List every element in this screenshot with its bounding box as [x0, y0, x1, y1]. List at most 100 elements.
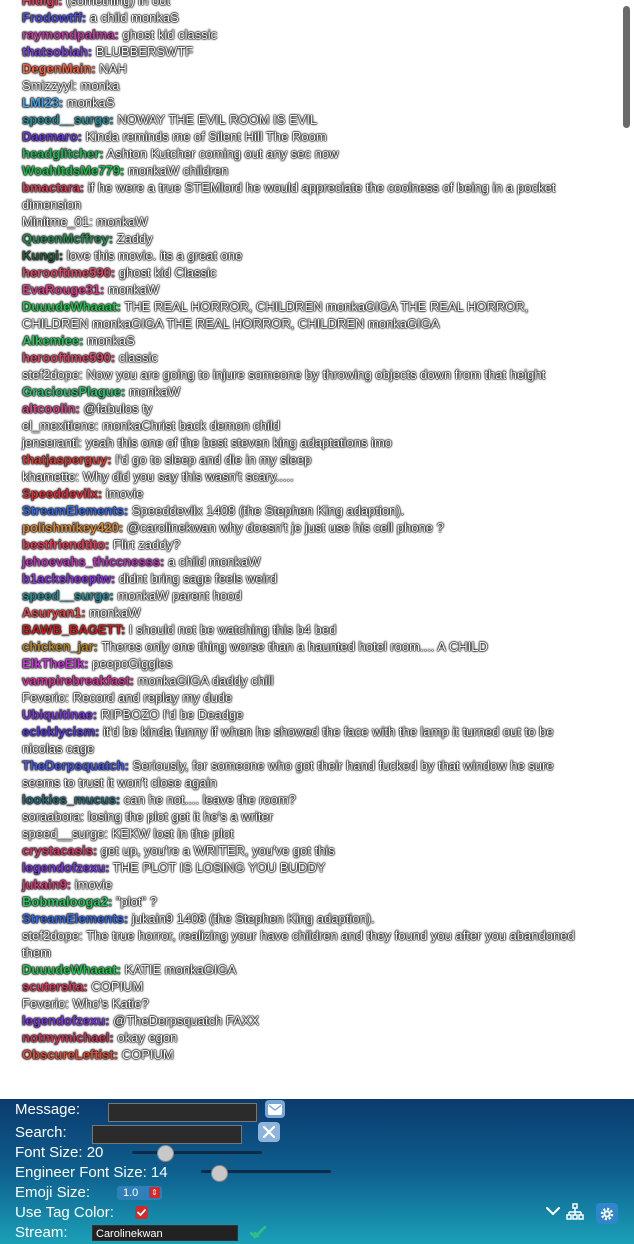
- chat-username[interactable]: EvaRouge31:: [22, 282, 104, 297]
- network-icon[interactable]: [566, 1203, 584, 1221]
- chat-username[interactable]: speed__surge:: [22, 588, 114, 603]
- chat-username[interactable]: DegenMain:: [22, 61, 96, 76]
- chat-message-text: Zaddy: [116, 231, 153, 246]
- chat-username[interactable]: crystacasis:: [22, 843, 97, 858]
- chat-username[interactable]: DuuudeWhaaat:: [22, 962, 121, 977]
- chat-username[interactable]: scutersita:: [22, 979, 88, 994]
- chat-username[interactable]: altcoolin:: [22, 401, 80, 416]
- chat-message-text: Minitme_01: monkaW: [22, 214, 148, 229]
- chat-username[interactable]: Ubiquitinae:: [22, 707, 97, 722]
- chat-username[interactable]: Daemaro:: [22, 129, 82, 144]
- chat-username[interactable]: herooftime590:: [22, 350, 115, 365]
- chat-username[interactable]: b1acksheeptw:: [22, 571, 115, 586]
- chat-username[interactable]: vampirebreakfast:: [22, 673, 134, 688]
- chat-message-text: monkaS: [87, 333, 135, 348]
- chat-message-text: get up, you're a WRITER, you've got this: [100, 843, 335, 858]
- chat-message-text: COPIUM: [91, 979, 144, 994]
- chat-message-text: Feverio: Record and replay my dude: [22, 690, 233, 705]
- chat-message: DegenMain: NAH: [22, 60, 594, 77]
- chat-log[interactable]: Hidigi: (something) in out Frodowtff: a c…: [0, 0, 620, 1099]
- chat-message: Kungi: love this movie. its a great one: [22, 247, 594, 264]
- chat-username[interactable]: chicken_jar:: [22, 639, 98, 654]
- chat-username[interactable]: TheDerpsquatch:: [22, 758, 129, 773]
- chat-message-text: (something) in out: [66, 0, 171, 8]
- select-arrows-icon: ⇕: [149, 1187, 160, 1198]
- settings-button[interactable]: [596, 1203, 618, 1224]
- chat-username[interactable]: BAWB_BAGETT:: [22, 622, 125, 637]
- chat-username[interactable]: LMI23:: [22, 95, 63, 110]
- font-size-slider[interactable]: [132, 1151, 262, 1154]
- chat-username[interactable]: DuuudeWhaaat:: [22, 299, 121, 314]
- chat-message: stef2dope: The true horror, realizing yo…: [22, 927, 594, 961]
- chat-message: GraciousPlague: monkaW: [22, 383, 594, 400]
- chat-message: Hidigi: (something) in out: [22, 0, 594, 9]
- chat-username[interactable]: Kungi:: [22, 248, 63, 263]
- check-verified-icon: [249, 1225, 267, 1239]
- chat-username[interactable]: WoahItdsMe779:: [22, 163, 124, 178]
- chat-message-text: soraabora: losing the plot get it he's a…: [22, 809, 274, 824]
- chat-username[interactable]: thatjasperguy:: [22, 452, 112, 467]
- chat-message: chicken_jar: Theres only one thing worse…: [22, 638, 594, 655]
- chat-username[interactable]: legendofzexu:: [22, 860, 109, 875]
- chat-username[interactable]: jukain9:: [22, 877, 71, 892]
- stream-input[interactable]: Carolinekwan: [92, 1225, 238, 1241]
- chat-username[interactable]: Frodowtff:: [22, 10, 86, 25]
- chat-username[interactable]: bmactara:: [22, 180, 84, 195]
- chat-username[interactable]: GraciousPlague:: [22, 384, 125, 399]
- search-label: Search:: [15, 1124, 67, 1141]
- chat-message-text: it'd be kinda funny if when he showed th…: [22, 724, 554, 756]
- chat-message: headglitcher: Ashton Kutcher coming out …: [22, 145, 594, 162]
- font-size-slider-knob[interactable]: [157, 1145, 174, 1162]
- scrollbar-thumb[interactable]: [623, 6, 630, 128]
- chat-username[interactable]: herooftime590:: [22, 265, 115, 280]
- chat-username[interactable]: StreamElements:: [22, 911, 128, 926]
- chat-username[interactable]: ElkTheElk:: [22, 656, 88, 671]
- chat-message-text: I should not be watching this b4 bed: [128, 622, 337, 637]
- chat-username[interactable]: legendofzexu:: [22, 1013, 109, 1028]
- chat-scrollbar[interactable]: [620, 0, 634, 1099]
- chat-username[interactable]: Speeddevilx:: [22, 486, 102, 501]
- chat-username[interactable]: lookies_mucus:: [22, 792, 120, 807]
- chat-username[interactable]: jehoevahs_thiccnesss:: [22, 554, 164, 569]
- chat-username[interactable]: Alkemiee:: [22, 333, 83, 348]
- chat-message-text: speed__surge: KEKW lost in the plot: [22, 826, 234, 841]
- chat-message-text: jenseranti: yeah this one of the best st…: [22, 435, 393, 450]
- chat-message-text: can he not.... leave the room?: [123, 792, 296, 807]
- chat-username[interactable]: raymondpalma:: [22, 27, 119, 42]
- chat-username[interactable]: speed__surge:: [22, 112, 114, 127]
- chat-username[interactable]: ObscureLeftist:: [22, 1047, 118, 1062]
- chat-username[interactable]: headglitcher:: [22, 146, 104, 161]
- chat-username[interactable]: thatsobiah:: [22, 44, 92, 59]
- chat-username[interactable]: Bobmalooga2:: [22, 894, 112, 909]
- chat-username[interactable]: Hidigi:: [22, 0, 62, 8]
- chat-message-text: Speeddevilx 1408 (the Stephen King adapt…: [131, 503, 405, 518]
- chat-username[interactable]: QueenMcffrey:: [22, 231, 113, 246]
- engineer-font-size-slider-knob[interactable]: [211, 1165, 228, 1182]
- emoji-size-select[interactable]: 1.0 ⇕: [117, 1186, 162, 1200]
- chat-username[interactable]: Asuryan1:: [22, 605, 86, 620]
- chat-message-text: love this movie. its a great one: [66, 248, 243, 263]
- chat-username[interactable]: StreamElements:: [22, 503, 128, 518]
- chat-username[interactable]: bestfriendtito:: [22, 537, 109, 552]
- chat-username[interactable]: notmymichael:: [22, 1030, 114, 1045]
- chat-message-text: peepoGiggles: [92, 656, 173, 671]
- chat-message: jenseranti: yeah this one of the best st…: [22, 434, 594, 451]
- chat-message-text: imovie: [74, 877, 113, 892]
- chevron-down-icon[interactable]: [545, 1205, 561, 1217]
- send-message-button[interactable]: [265, 1100, 285, 1118]
- clear-search-button[interactable]: [258, 1122, 280, 1142]
- use-tag-color-checkbox[interactable]: [135, 1206, 148, 1219]
- chat-username[interactable]: polishmikey420:: [22, 520, 123, 535]
- chat-username[interactable]: ecleklycism:: [22, 724, 99, 739]
- chat-message-text: a child monkaW: [167, 554, 261, 569]
- chat-message-text: @carolinekwan why doesn't je just use hi…: [126, 520, 444, 535]
- chat-message-text: khamette: Why did you say this wasn't sc…: [22, 469, 294, 484]
- chat-message-text: @fabulos ty: [83, 401, 153, 416]
- use-tag-color-label: Use Tag Color:: [15, 1204, 114, 1221]
- chat-message: QueenMcffrey: Zaddy: [22, 230, 594, 247]
- search-input[interactable]: [92, 1125, 242, 1144]
- message-input[interactable]: [108, 1103, 257, 1122]
- chat-message: Smizzyyl: monka: [22, 77, 594, 94]
- chat-message: speed__surge: KEKW lost in the plot: [22, 825, 594, 842]
- stream-value: Carolinekwan: [96, 1228, 163, 1240]
